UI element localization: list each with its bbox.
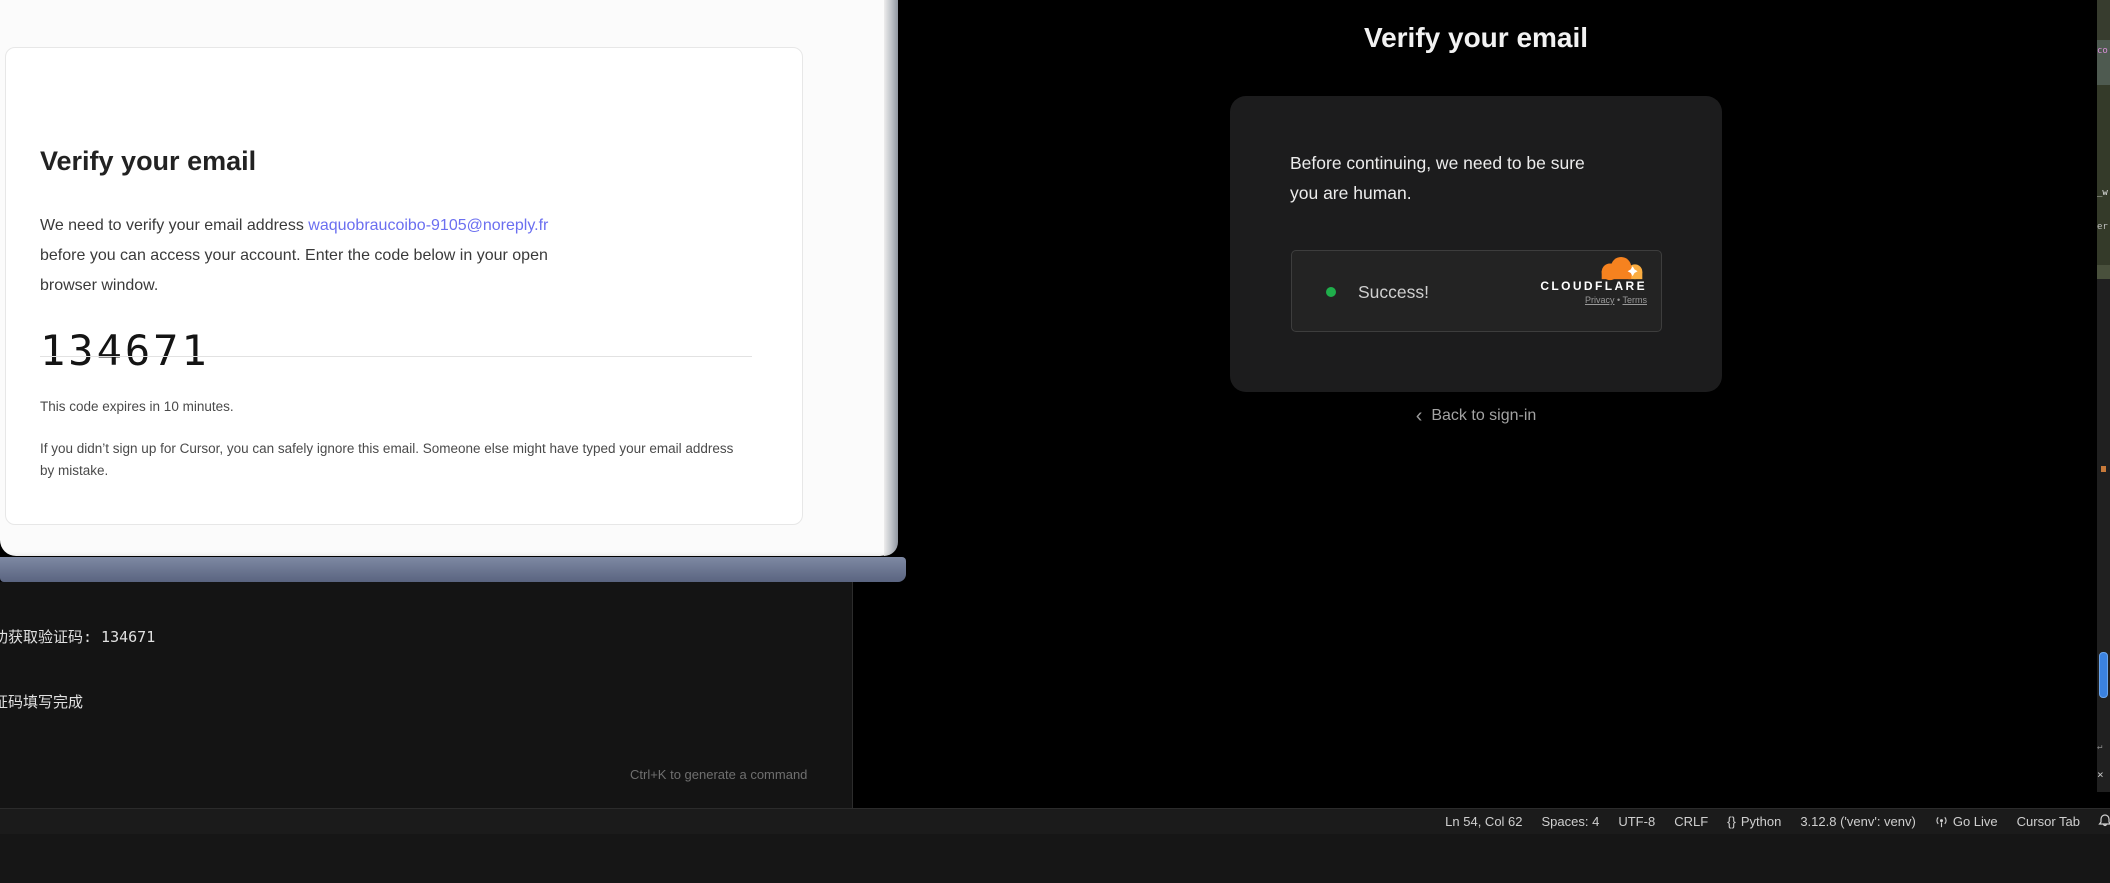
human-check-prompt: Before continuing, we need to be sure yo…: [1290, 148, 1680, 208]
code-fragment: er: [2097, 222, 2108, 232]
offscreen-window-edge[interactable]: co _w er ↵ ×: [2097, 0, 2110, 792]
status-eol[interactable]: CRLF: [1674, 814, 1708, 829]
cloudflare-wordmark: CLOUDFLARE: [1537, 279, 1647, 293]
email-window: Verify your email We need to verify your…: [0, 0, 898, 556]
success-dot-icon: [1326, 287, 1336, 297]
status-python-interpreter[interactable]: 3.12.8 ('venv': venv): [1800, 814, 1916, 829]
terms-link[interactable]: Terms: [1623, 295, 1648, 305]
prompt-line-2: you are human.: [1290, 178, 1680, 208]
email-card: Verify your email We need to verify your…: [5, 47, 803, 525]
status-indentation[interactable]: Spaces: 4: [1542, 814, 1600, 829]
cloudflare-cloud-icon: [1597, 257, 1647, 281]
minimap-segment: [2097, 0, 2110, 40]
status-cursor-position[interactable]: Ln 54, Col 62: [1445, 814, 1522, 829]
legal-separator: •: [1617, 295, 1620, 305]
minimap-segment: [2097, 265, 2110, 279]
back-to-signin-label: Back to sign-in: [1431, 407, 1536, 425]
broadcast-icon: [1935, 815, 1948, 828]
status-cursor-tab[interactable]: Cursor Tab: [2017, 814, 2080, 829]
turnstile-status: Success!: [1358, 282, 1429, 303]
disclaimer-text: If you didn’t sign up for Cursor, you ca…: [40, 438, 746, 482]
status-go-live[interactable]: Go Live: [1935, 814, 1998, 829]
terminal-line: [0, 756, 194, 778]
blue-button-edge[interactable]: [2099, 652, 2108, 698]
human-check-card: Before continuing, we need to be sure yo…: [1230, 96, 1722, 392]
terminal-line: 功获取验证码: 134671: [0, 627, 194, 649]
email-body-suffix: before you can access your account. Ente…: [40, 247, 548, 294]
cloudflare-turnstile-widget[interactable]: Success! CLOUDFLARE Privacy • Terms: [1291, 250, 1662, 332]
privacy-link[interactable]: Privacy: [1585, 295, 1615, 305]
chevron-left-icon: ‹: [1416, 406, 1423, 426]
email-body-prefix: We need to verify your email address: [40, 217, 308, 234]
go-live-label: Go Live: [1953, 814, 1998, 829]
expiry-note: This code expires in 10 minutes.: [40, 399, 234, 414]
turnstile-legal-links: Privacy • Terms: [1537, 295, 1647, 305]
windows-taskbar: ⚙ S 1:43 PM 2/12/: [0, 834, 2110, 883]
verify-page-title: Verify your email: [1256, 22, 1696, 54]
minimap-segment: [2097, 85, 2110, 265]
back-to-signin-link[interactable]: ‹ Back to sign-in: [1336, 406, 1616, 426]
status-language[interactable]: {} Python: [1727, 814, 1781, 829]
braces-icon: {}: [1727, 814, 1736, 829]
email-title: Verify your email: [40, 146, 256, 177]
status-encoding[interactable]: UTF-8: [1618, 814, 1655, 829]
language-label: Python: [1741, 814, 1781, 829]
terminal-output: 功获取验证码: 134671 证码填写完成 在处理 Turnstile 验证..…: [0, 584, 194, 808]
cloudflare-branding: CLOUDFLARE Privacy • Terms: [1537, 257, 1647, 305]
desktop: Verify your email We need to verify your…: [0, 0, 2110, 883]
verification-code: 134671: [40, 326, 210, 375]
prompt-line-1: Before continuing, we need to be sure: [1290, 148, 1680, 178]
email-body: We need to verify your email address waq…: [40, 211, 568, 301]
terminal-line: 证码填写完成: [0, 692, 194, 714]
editor-status-bar: Ln 54, Col 62 Spaces: 4 UTF-8 CRLF {} Py…: [0, 808, 2110, 834]
code-fragment: co: [2097, 46, 2108, 56]
email-address-link[interactable]: waquobraucoibo-9105@noreply.fr: [308, 217, 548, 234]
window-edge: [884, 0, 898, 556]
notifications-bell-icon[interactable]: [2097, 813, 2110, 829]
minimap-marker: [2101, 466, 2106, 472]
background-window-bar: [0, 557, 906, 582]
return-glyph: ↵: [2097, 742, 2102, 752]
close-icon[interactable]: ×: [2097, 768, 2104, 781]
terminal-ctrlk-hint: Ctrl+K to generate a command: [630, 767, 807, 782]
code-fragment: _w: [2097, 188, 2108, 198]
divider: [40, 356, 752, 357]
